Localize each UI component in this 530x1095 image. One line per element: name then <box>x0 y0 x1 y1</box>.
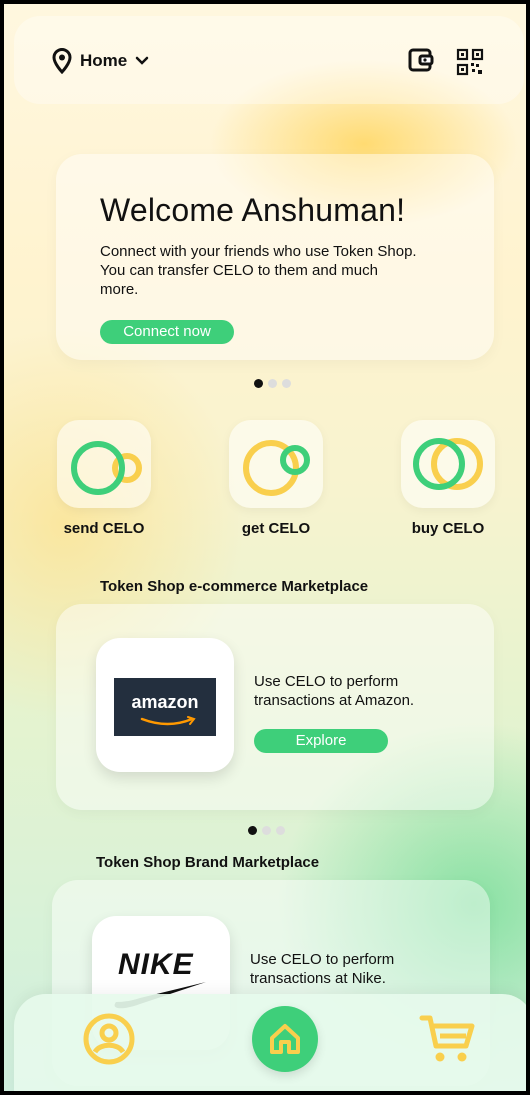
carousel-dot[interactable] <box>268 379 277 388</box>
nike-logo-text: NIKE <box>118 948 194 981</box>
home-nav-button[interactable] <box>252 1006 318 1072</box>
welcome-title: Welcome Anshuman! <box>100 192 406 228</box>
qr-code-icon[interactable] <box>456 48 484 76</box>
explore-button[interactable]: Explore <box>254 729 388 753</box>
get-celo-label: get CELO <box>241 520 311 537</box>
ecommerce-carousel-dots[interactable] <box>248 826 285 835</box>
buy-celo-label: buy CELO <box>411 520 485 537</box>
carousel-dot[interactable] <box>262 826 271 835</box>
chevron-down-icon <box>135 56 149 65</box>
get-celo-icon <box>243 440 310 496</box>
location-pin-icon <box>52 48 72 74</box>
buy-celo-icon <box>413 438 483 490</box>
send-celo-icon <box>71 441 142 495</box>
carousel-dot[interactable] <box>276 826 285 835</box>
nike-description: Use CELO to perform transactions at Nike… <box>250 951 395 987</box>
get-celo-button[interactable]: get CELO <box>228 420 324 537</box>
bottom-navigation <box>14 994 526 1091</box>
welcome-carousel-dots[interactable] <box>254 379 291 388</box>
buy-celo-tile[interactable] <box>401 420 495 508</box>
amazon-smile-icon <box>140 716 196 726</box>
amazon-logo: amazon <box>114 678 216 736</box>
welcome-card: Welcome Anshuman! Connect with your frie… <box>56 154 494 360</box>
cart-icon[interactable] <box>418 1012 478 1066</box>
carousel-dot[interactable] <box>254 379 263 388</box>
ecommerce-section-title: Token Shop e-commerce Marketplace <box>100 578 369 595</box>
send-celo-label: send CELO <box>63 520 145 537</box>
get-celo-tile[interactable] <box>229 420 323 508</box>
send-celo-button[interactable]: send CELO <box>56 420 152 537</box>
connect-now-button[interactable]: Connect now <box>100 320 234 344</box>
send-celo-tile[interactable] <box>57 420 151 508</box>
home-icon <box>270 1024 300 1054</box>
ecommerce-card: amazon Use CELO to perform transactions … <box>56 604 494 810</box>
location-selector[interactable]: Home <box>52 48 149 74</box>
carousel-dot[interactable] <box>282 379 291 388</box>
location-label: Home <box>80 51 128 70</box>
app-screen: Home Welcome Anshuman! Connect with your… <box>0 0 530 1095</box>
wallet-icon[interactable] <box>408 48 434 72</box>
buy-celo-button[interactable]: buy CELO <box>400 420 496 537</box>
profile-icon[interactable] <box>82 1012 136 1066</box>
welcome-body: Connect with your friends who use Token … <box>100 243 417 298</box>
carousel-dot[interactable] <box>248 826 257 835</box>
amazon-logo-text: amazon <box>131 692 199 712</box>
amazon-logo-card[interactable]: amazon <box>96 638 234 772</box>
amazon-description: Use CELO to perform transactions at Amaz… <box>254 673 415 709</box>
brand-section-title: Token Shop Brand Marketplace <box>96 854 320 871</box>
